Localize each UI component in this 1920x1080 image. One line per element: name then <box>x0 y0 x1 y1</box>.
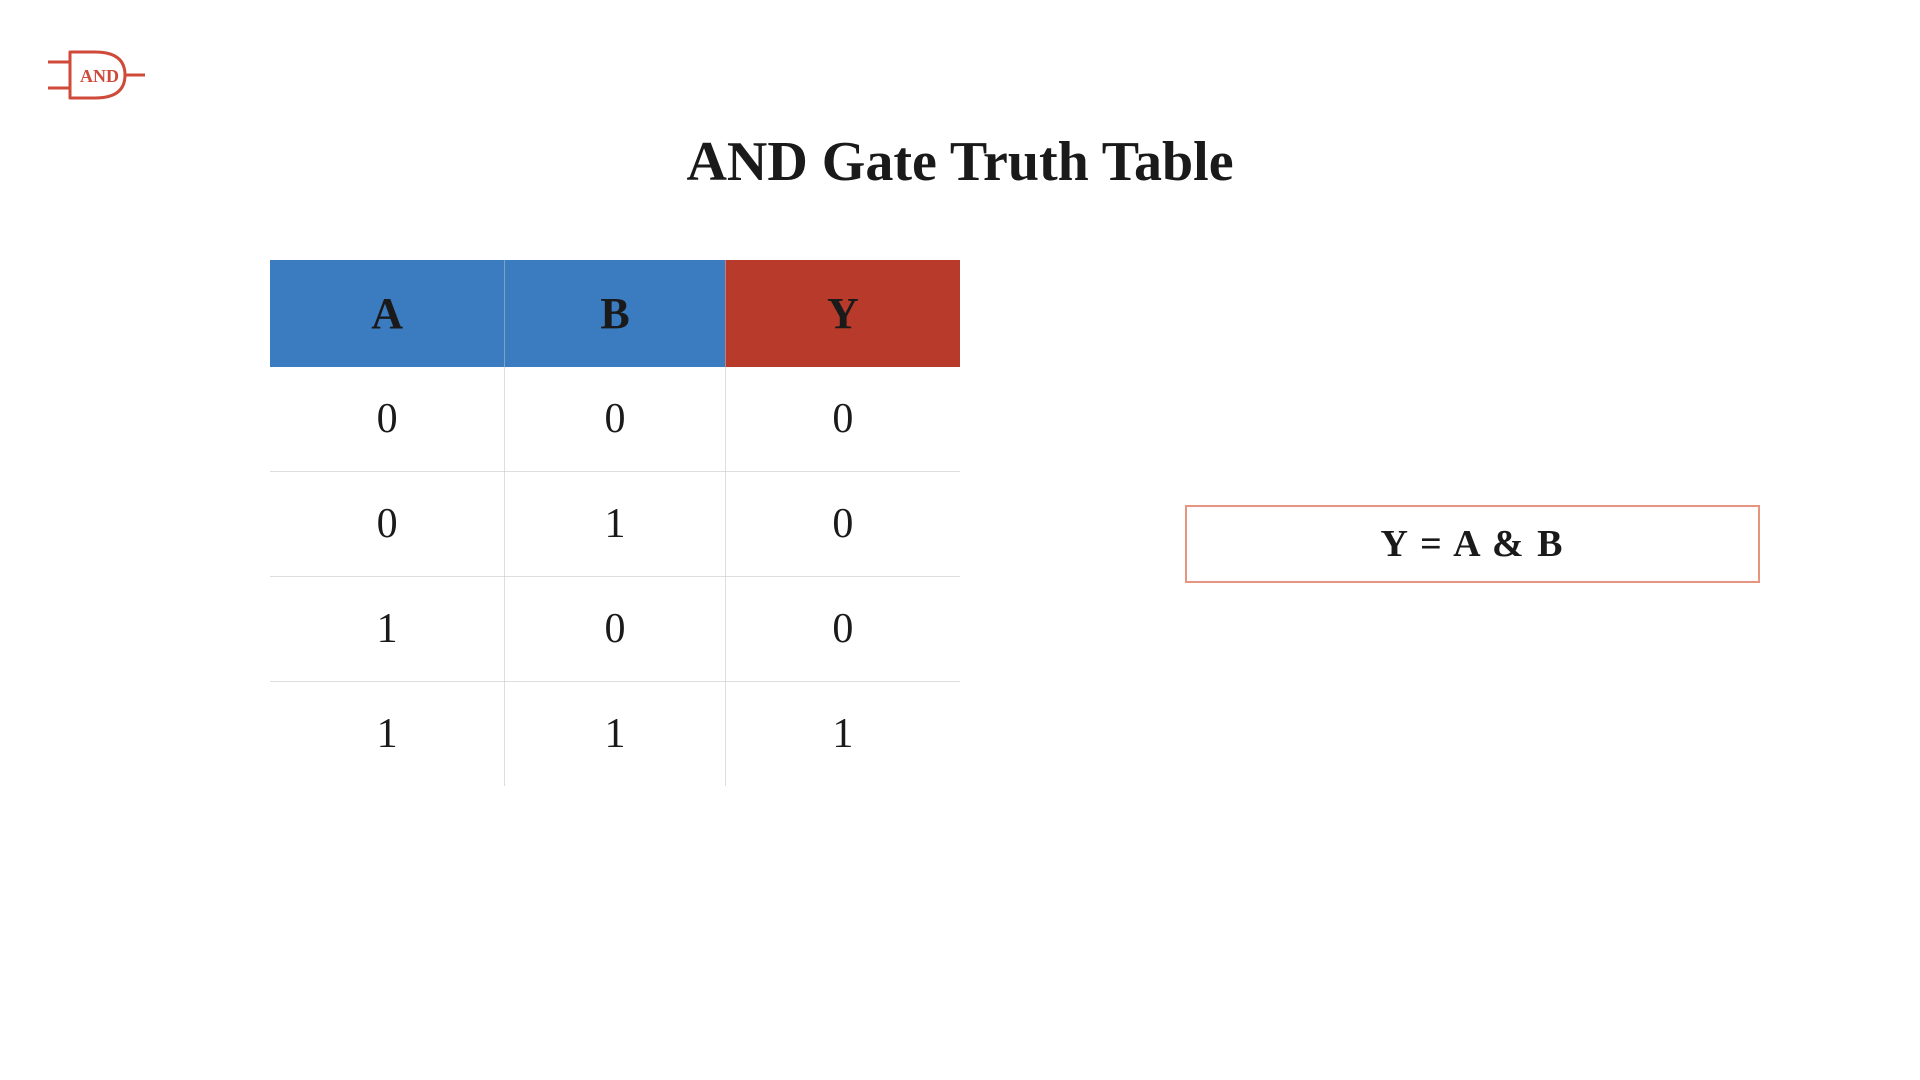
table-row: 1 1 1 <box>270 682 960 787</box>
cell-y: 0 <box>725 367 960 472</box>
cell-a: 1 <box>270 682 505 787</box>
table-row: 0 0 0 <box>270 367 960 472</box>
cell-a: 0 <box>270 472 505 577</box>
table-header-row: A B Y <box>270 260 960 367</box>
cell-a: 0 <box>270 367 505 472</box>
cell-y: 0 <box>725 472 960 577</box>
cell-y: 0 <box>725 577 960 682</box>
table-row: 0 1 0 <box>270 472 960 577</box>
column-header-b: B <box>505 260 726 367</box>
svg-text:AND: AND <box>80 66 119 86</box>
cell-a: 1 <box>270 577 505 682</box>
column-header-y: Y <box>725 260 960 367</box>
truth-table: A B Y 0 0 0 0 1 0 1 0 0 1 1 <box>270 260 960 786</box>
cell-b: 1 <box>505 472 726 577</box>
cell-y: 1 <box>725 682 960 787</box>
table-row: 1 0 0 <box>270 577 960 682</box>
cell-b: 0 <box>505 577 726 682</box>
column-header-a: A <box>270 260 505 367</box>
equation-box: Y = A & B <box>1185 505 1760 583</box>
page-title: AND Gate Truth Table <box>0 130 1920 194</box>
equation-text: Y = A & B <box>1381 522 1565 566</box>
and-gate-icon: AND <box>40 40 150 115</box>
cell-b: 1 <box>505 682 726 787</box>
cell-b: 0 <box>505 367 726 472</box>
